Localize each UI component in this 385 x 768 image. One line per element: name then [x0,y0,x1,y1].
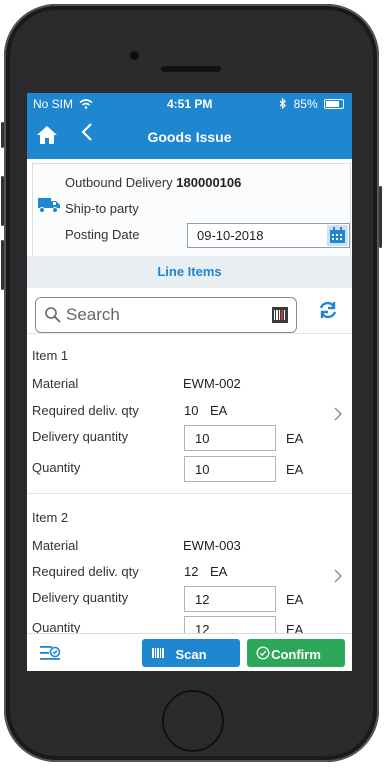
delivery-qty-label: Delivery quantity [32,590,129,605]
bluetooth-icon [279,97,287,110]
truck-icon [38,198,60,213]
delivery-qty-value: 12 [195,592,210,607]
item-title: Item 1 [32,348,69,363]
status-bar: No SIM 4:51 PM 85% [27,93,352,114]
app-screen: No SIM 4:51 PM 85% Goods Issue Outbound … [27,93,352,671]
posting-date-field[interactable]: 09-10-2018 [187,223,350,248]
chevron-right-icon[interactable] [333,568,343,589]
outbound-delivery-row: Outbound Delivery 180000106 [65,175,241,190]
quantity-label: Quantity [32,460,81,475]
delivery-qty-unit: EA [286,592,304,607]
confirm-button[interactable]: Confirm [247,639,345,667]
ship-to-party-label: Ship-to party [65,201,139,216]
posting-date-value: 09-10-2018 [197,228,264,243]
clock: 4:51 PM [167,97,213,111]
barcode-scan-icon[interactable] [272,307,288,323]
line-item-1[interactable]: Item 1 Material EWM-002 Required deliv. … [27,333,352,493]
nav-bar: Goods Issue [27,114,352,159]
material-value: EWM-002 [183,376,241,391]
wifi-icon [79,99,93,109]
required-qty-label: Required deliv. qty [32,403,139,418]
scan-label: Scan [175,647,207,662]
item-title: Item 2 [32,510,69,525]
delivery-header: Outbound Delivery 180000106 Ship-to part… [32,163,351,258]
battery-icon [324,99,344,109]
quantity-unit: EA [286,462,304,477]
page-title: Goods Issue [147,129,232,145]
battery-percent: 85% [293,97,318,111]
search-field[interactable]: Search [35,297,297,333]
delivery-qty-input[interactable]: 12 [184,586,276,612]
outbound-delivery-label: Outbound Delivery [65,175,173,190]
home-button[interactable] [162,690,224,752]
calendar-icon[interactable] [327,225,348,246]
volume-up-button [1,176,4,226]
delivery-qty-value: 10 [195,431,210,446]
carrier-label: No SIM [33,97,74,111]
delivery-qty-label: Delivery quantity [32,429,129,444]
search-placeholder: Search [66,305,120,324]
mute-switch [1,122,4,148]
delivery-qty-input[interactable]: 10 [184,425,276,451]
volume-down-button [1,240,4,290]
confirm-label: Confirm [271,647,321,662]
power-button [379,186,382,248]
required-qty-label: Required deliv. qty [32,564,139,579]
scan-button[interactable]: Scan [142,639,240,667]
material-label: Material [32,376,79,391]
front-camera [130,51,139,60]
search-icon [45,307,61,323]
chevron-right-icon[interactable] [333,406,343,427]
delivery-qty-unit: EA [286,431,304,446]
material-label: Material [32,538,79,553]
earpiece-speaker [161,66,221,72]
required-qty-value: 10 [184,403,199,418]
material-value: EWM-003 [183,538,241,553]
posting-date-label: Posting Date [65,227,140,242]
required-qty-value: 12 [184,564,199,579]
outbound-delivery-value: 180000106 [176,175,242,190]
refresh-icon[interactable] [317,299,339,321]
required-qty-unit: EA [210,403,228,418]
quantity-input[interactable]: 10 [184,456,276,482]
line-item-2[interactable]: Item 2 Material EWM-003 Required deliv. … [27,494,352,654]
line-items-header: Line Items [27,256,352,288]
quantity-value: 10 [195,462,210,477]
required-qty-unit: EA [210,564,228,579]
list-check-icon[interactable] [39,643,61,663]
bottom-toolbar: Scan Confirm [27,633,352,671]
